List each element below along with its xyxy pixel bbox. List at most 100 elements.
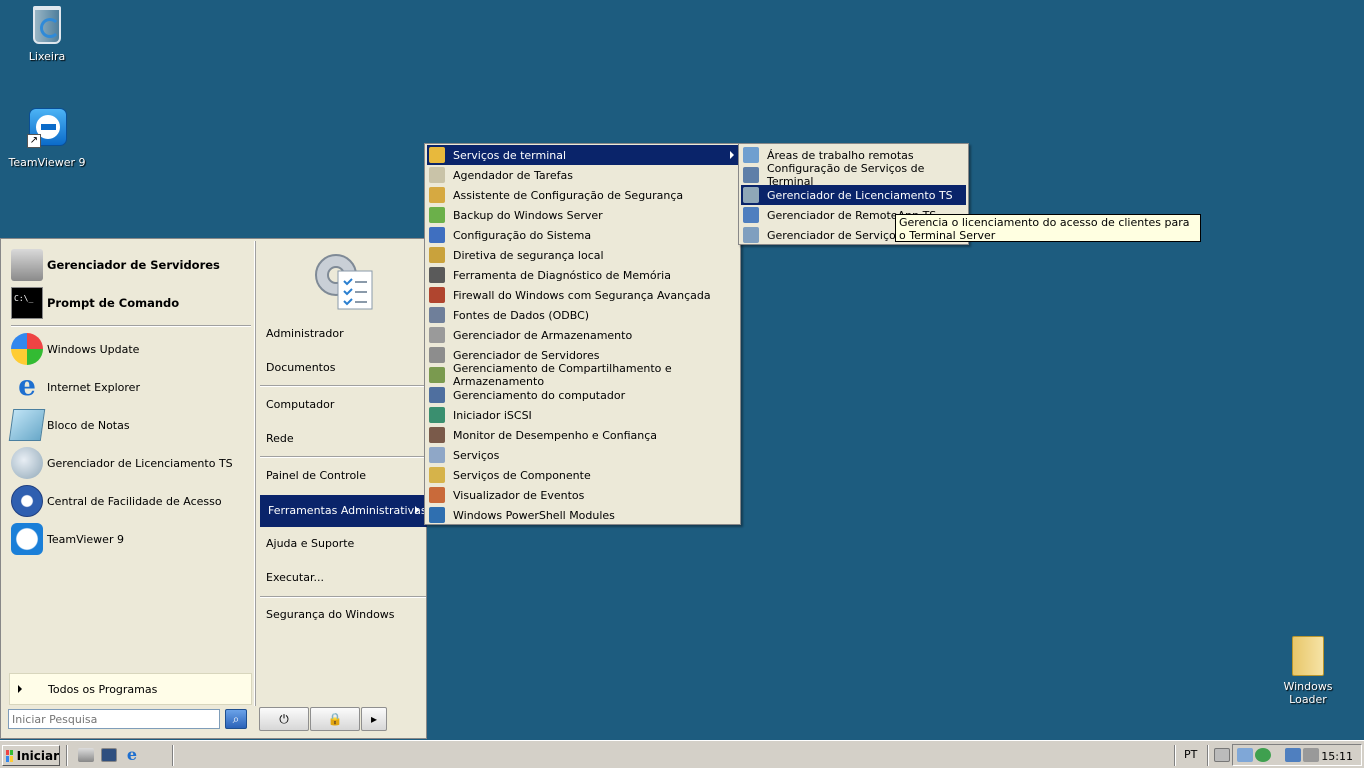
pinned-item-command-prompt[interactable]: C:\_ Prompt de Comando <box>11 285 251 321</box>
pinned-item-server-manager[interactable]: Gerenciador de Servidores <box>11 247 251 283</box>
power-options-button[interactable]: ▸ <box>361 707 387 731</box>
recent-item-label: Internet Explorer <box>47 380 140 394</box>
admin-tools-item[interactable]: Ferramenta de Diagnóstico de Memória <box>427 265 738 285</box>
all-programs-label: Todos os Programas <box>48 682 158 696</box>
arrow-right-icon <box>18 685 22 693</box>
admin-tool-icon <box>429 467 445 483</box>
admin-tool-icon <box>429 447 445 463</box>
admin-tool-icon <box>429 227 445 243</box>
admin-tools-item[interactable]: Agendador de Tarefas <box>427 165 738 185</box>
admin-tools-item[interactable]: Iniciador iSCSI <box>427 405 738 425</box>
keyboard-icon[interactable] <box>1214 748 1230 762</box>
desktop-icon-teamviewer[interactable]: ↗ TeamViewer 9 <box>2 108 92 169</box>
admin-tools-item-label: Serviços <box>453 448 500 462</box>
windows-logo-icon <box>6 749 13 762</box>
network-icon[interactable] <box>1237 748 1253 762</box>
admin-tools-item-label: Iniciador iSCSI <box>453 408 532 422</box>
internet-explorer-icon: e <box>18 369 36 402</box>
arrow-right-icon: ▸ <box>370 712 378 726</box>
start-menu-places-pane: Administrador Documentos Computador Rede… <box>255 241 427 706</box>
terminal-services-item-label: Áreas de trabalho remotas <box>767 148 914 162</box>
recent-item-ease-of-access[interactable]: Central de Facilidade de Acesso <box>11 483 251 519</box>
admin-tools-item[interactable]: Gerenciamento de Compartilhamento e Arma… <box>427 362 738 388</box>
link-ferramentas-administrativas[interactable]: Ferramentas Administrativas <box>260 495 427 527</box>
system-tray: 15:11 <box>1232 744 1362 766</box>
security-shield-icon[interactable] <box>1255 748 1271 762</box>
server-manager-icon[interactable] <box>78 748 94 762</box>
recent-item-ts-licensing[interactable]: Gerenciador de Licenciamento TS <box>11 445 251 481</box>
separator <box>11 325 251 327</box>
admin-tools-item-label: Fontes de Dados (ODBC) <box>453 308 590 322</box>
search-button[interactable]: ⌕ <box>225 709 247 729</box>
admin-tool-icon <box>429 407 445 423</box>
admin-tool-icon <box>429 187 445 203</box>
recent-item-internet-explorer[interactable]: e Internet Explorer <box>11 369 251 405</box>
admin-tools-item-label: Backup do Windows Server <box>453 208 603 222</box>
admin-tool-icon <box>429 507 445 523</box>
arrow-right-icon <box>415 506 419 514</box>
recent-item-label: Central de Facilidade de Acesso <box>47 494 222 508</box>
link-administrador[interactable]: Administrador <box>266 327 344 340</box>
admin-tools-item[interactable]: Fontes de Dados (ODBC) <box>427 305 738 325</box>
shortcut-arrow-icon: ↗ <box>27 134 41 148</box>
admin-tools-item[interactable]: Gerenciamento do computador <box>427 385 738 405</box>
language-indicator[interactable]: PT <box>1184 748 1197 761</box>
start-button[interactable]: Iniciar <box>2 745 60 766</box>
all-programs-button[interactable]: Todos os Programas <box>9 673 252 705</box>
link-documentos[interactable]: Documentos <box>266 361 335 374</box>
separator <box>1207 745 1209 766</box>
admin-tools-item[interactable]: Diretiva de segurança local <box>427 245 738 265</box>
admin-tools-item[interactable]: Visualizador de Eventos <box>427 485 738 505</box>
powershell-icon[interactable] <box>101 748 117 762</box>
admin-tools-item[interactable]: Gerenciador de Armazenamento <box>427 325 738 345</box>
admin-tools-item-label: Serviços de Componente <box>453 468 591 482</box>
internet-explorer-icon[interactable]: e <box>124 747 140 763</box>
volume-muted-icon[interactable] <box>1303 748 1319 762</box>
power-button[interactable]: ⏻ <box>259 707 309 731</box>
link-ajuda-e-suporte[interactable]: Ajuda e Suporte <box>266 537 354 550</box>
link-seguranca-do-windows[interactable]: Segurança do Windows <box>266 608 395 621</box>
desktop-icon-windows-loader[interactable]: Windows Loader <box>1263 632 1353 706</box>
recent-item-windows-update[interactable]: Windows Update <box>11 331 251 367</box>
start-menu-programs-pane: Gerenciador de Servidores C:\_ Prompt de… <box>3 241 255 706</box>
admin-tool-icon <box>429 347 445 363</box>
recent-item-label: Gerenciador de Licenciamento TS <box>47 456 233 470</box>
power-icon: ⏻ <box>279 712 289 726</box>
admin-tools-item[interactable]: Monitor de Desempenho e Confiança <box>427 425 738 445</box>
terminal-service-icon <box>743 227 759 243</box>
admin-tools-item[interactable]: Serviços de terminal <box>427 145 738 165</box>
recent-item-notepad[interactable]: Bloco de Notas <box>8 407 251 443</box>
admin-tools-item[interactable]: Assistente de Configuração de Segurança <box>427 185 738 205</box>
admin-tool-icon <box>429 487 445 503</box>
terminal-service-icon <box>743 207 759 223</box>
admin-tools-item[interactable]: Firewall do Windows com Segurança Avança… <box>427 285 738 305</box>
desktop-icon-recycle-bin[interactable]: Lixeira <box>2 2 92 63</box>
clock[interactable]: 15:11 <box>1321 750 1353 763</box>
admin-tools-item-label: Agendador de Tarefas <box>453 168 573 182</box>
admin-tool-icon <box>429 307 445 323</box>
link-rede[interactable]: Rede <box>266 432 294 445</box>
admin-tools-item[interactable]: Configuração do Sistema <box>427 225 738 245</box>
link-painel-de-controle[interactable]: Painel de Controle <box>266 469 366 482</box>
admin-tools-item[interactable]: Windows PowerShell Modules <box>427 505 738 525</box>
recent-item-teamviewer[interactable]: TeamViewer 9 <box>11 521 251 557</box>
link-computador[interactable]: Computador <box>266 398 334 411</box>
admin-tools-item-label: Windows PowerShell Modules <box>453 508 615 522</box>
admin-tool-icon <box>429 427 445 443</box>
admin-tool-icon <box>429 287 445 303</box>
teamviewer-icon <box>11 523 43 555</box>
admin-tools-item[interactable]: Backup do Windows Server <box>427 205 738 225</box>
admin-tools-item[interactable]: Serviços <box>427 445 738 465</box>
separator <box>260 385 426 387</box>
connection-icon[interactable] <box>1285 748 1301 762</box>
desktop-icon-label: Lixeira <box>28 50 66 63</box>
link-executar[interactable]: Executar... <box>266 571 324 584</box>
terminal-services-item[interactable]: Gerenciador de Licenciamento TS <box>741 185 966 205</box>
terminal-services-item[interactable]: Configuração de Serviços de Terminal <box>741 162 966 188</box>
recent-item-label: Windows Update <box>47 342 140 356</box>
lock-button[interactable]: 🔒 <box>310 707 360 731</box>
admin-tools-item-label: Serviços de terminal <box>453 148 567 162</box>
admin-tools-item[interactable]: Serviços de Componente <box>427 465 738 485</box>
terminal-service-icon <box>743 147 759 163</box>
search-input[interactable] <box>8 709 220 729</box>
